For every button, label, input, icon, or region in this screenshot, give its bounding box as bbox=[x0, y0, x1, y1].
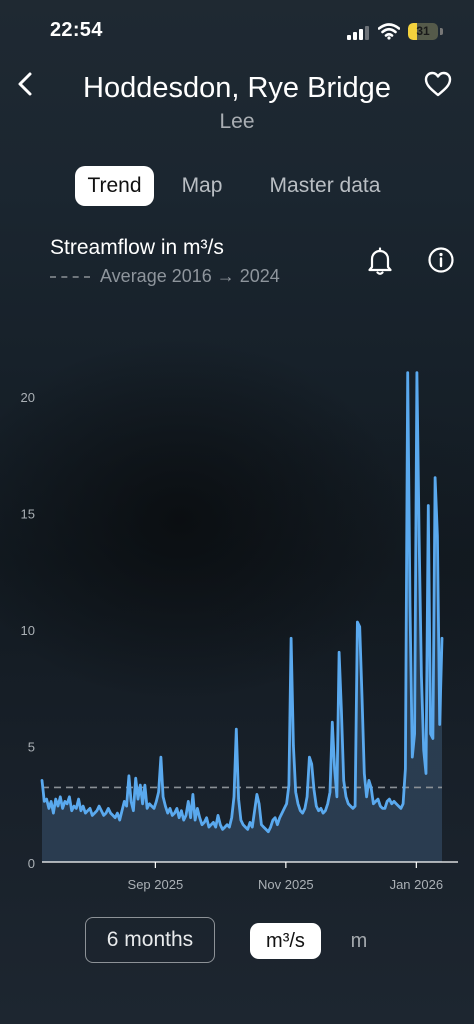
y-tick-label: 10 bbox=[21, 623, 35, 638]
cellular-signal-icon bbox=[347, 24, 371, 40]
bell-icon[interactable] bbox=[366, 246, 394, 276]
unit-m-button[interactable]: m bbox=[340, 923, 378, 959]
x-tick-label: Nov 2025 bbox=[258, 877, 314, 892]
metric-title: Streamflow in m³/s bbox=[50, 236, 224, 259]
battery-tip bbox=[440, 28, 443, 35]
tab-master-data[interactable]: Master data bbox=[252, 166, 398, 206]
status-time: 22:54 bbox=[50, 19, 103, 41]
x-tick-label: Jan 2026 bbox=[390, 877, 444, 892]
average-legend: Average 2016 → 2024 bbox=[50, 266, 280, 287]
streamflow-chart: 0 5 10 15 20 Sep 2025 Nov 2025 Jan 2026 bbox=[21, 371, 458, 892]
tab-trend[interactable]: Trend bbox=[75, 166, 154, 206]
average-label: Average 2016 → 2024 bbox=[100, 266, 280, 286]
unit-m3s-button[interactable]: m³/s bbox=[250, 923, 321, 959]
status-bar: 22:54 31 bbox=[0, 0, 474, 60]
y-tick-label: 20 bbox=[21, 390, 35, 405]
x-tick-label: Sep 2025 bbox=[128, 877, 184, 892]
y-tick-label: 5 bbox=[28, 740, 35, 755]
wifi-icon bbox=[378, 23, 400, 40]
tab-map[interactable]: Map bbox=[170, 166, 234, 206]
average-dash-swatch bbox=[50, 275, 90, 278]
station-title: Hoddesdon, Rye Bridge bbox=[83, 72, 391, 104]
info-icon[interactable] bbox=[427, 246, 455, 274]
time-range-button[interactable]: 6 months bbox=[85, 917, 215, 963]
view-tabs: Trend Map Master data bbox=[0, 166, 474, 206]
y-tick-label: 15 bbox=[21, 507, 35, 522]
y-tick-label: 0 bbox=[28, 856, 35, 871]
battery-percentage: 31 bbox=[416, 24, 430, 38]
battery-icon: 31 bbox=[408, 23, 438, 40]
heart-icon[interactable] bbox=[422, 68, 454, 100]
series-line bbox=[40, 371, 444, 834]
river-name: Lee bbox=[219, 110, 255, 133]
series-area bbox=[42, 372, 442, 862]
